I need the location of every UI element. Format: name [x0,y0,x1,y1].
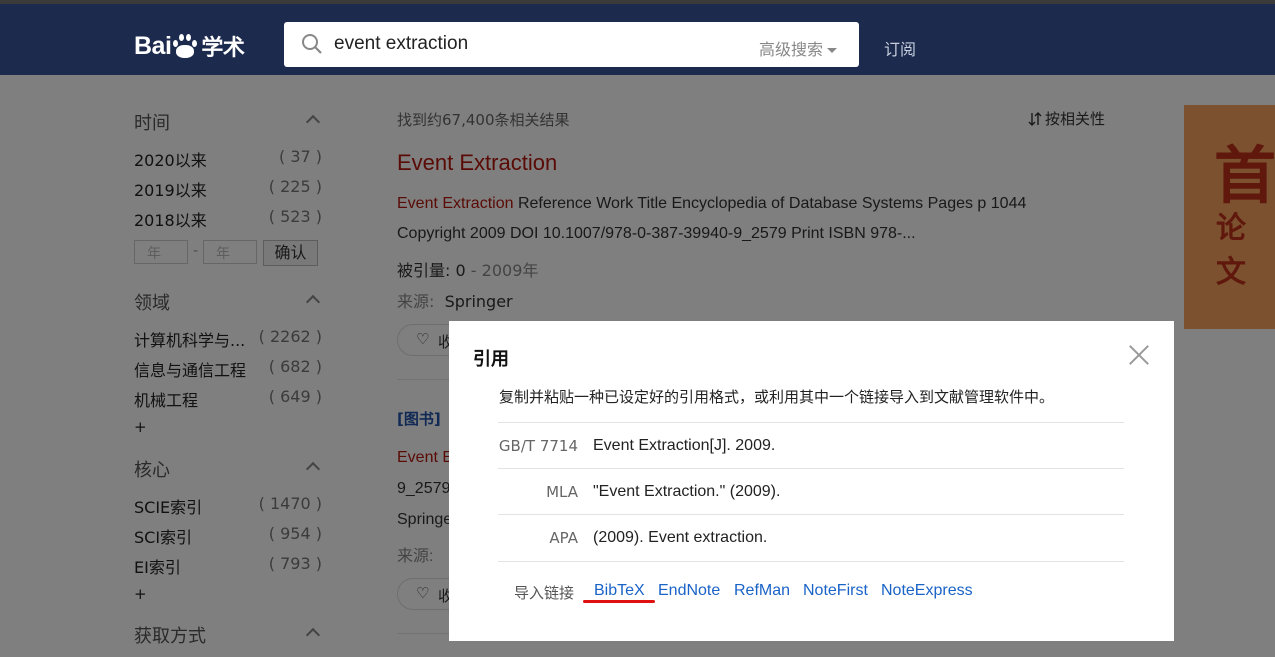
baidu-scholar-logo[interactable]: Bai 学术 [134,30,245,62]
citation-style-label: MLA [546,483,578,501]
import-link-endnote[interactable]: EndNote [658,582,720,600]
import-link-notefirst[interactable]: NoteFirst [803,582,868,600]
divider [498,468,1124,469]
import-link-bibtex[interactable]: BibTeX [594,582,645,600]
caret-down-icon [827,48,837,53]
citation-text[interactable]: Event Extraction[J]. 2009. [593,437,775,455]
search-box[interactable]: event extraction 高级搜索 [284,22,859,67]
advanced-search-dropdown[interactable]: 高级搜索 [759,36,837,60]
divider [498,514,1124,515]
import-link-refman[interactable]: RefMan [734,582,790,600]
dialog-description: 复制并粘贴一种已设定好的引用格式，或利用其中一个链接导入到文献管理软件中。 [499,388,1055,406]
search-icon [302,34,322,54]
citation-dialog: 引用 复制并粘贴一种已设定好的引用格式，或利用其中一个链接导入到文献管理软件中。… [449,321,1174,641]
subscribe-link[interactable]: 订阅 [884,36,916,60]
divider [498,422,1124,423]
paw-icon [172,34,198,58]
import-label: 导入链接 [514,584,575,602]
citation-style-label: APA [549,529,578,547]
citation-text[interactable]: "Event Extraction." (2009). [593,483,780,501]
import-link-noteexpress[interactable]: NoteExpress [881,582,973,600]
dialog-title: 引用 [473,349,509,370]
highlight-underline [583,600,655,603]
search-input[interactable]: event extraction [334,33,468,55]
divider [498,561,1124,562]
citation-style-label: GB/T 7714 [498,437,578,455]
logo-text-scholar: 学术 [201,35,245,60]
header-bar: Bai 学术 event extraction 高级搜索 订阅 [0,4,1275,75]
advanced-search-label: 高级搜索 [758,40,823,59]
close-icon[interactable] [1129,345,1149,365]
citation-text[interactable]: (2009). Event extraction. [593,529,767,547]
logo-text: Bai [134,31,172,60]
